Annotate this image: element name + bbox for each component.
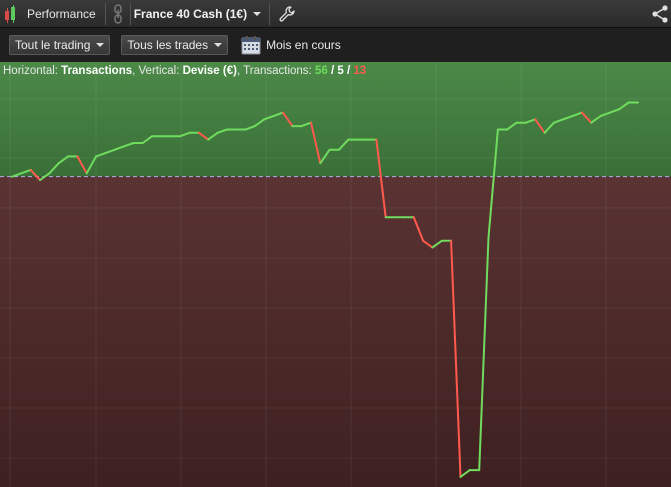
chart-info-line: Horizontal: Transactions, Vertical: Devi…	[3, 65, 366, 77]
period-label[interactable]: Mois en cours	[266, 38, 341, 52]
candlestick-icon	[3, 4, 21, 23]
loss-count: 13	[353, 65, 367, 77]
positive-zone	[0, 62, 671, 177]
trading-filter-dropdown[interactable]: Tout le trading	[9, 35, 111, 55]
horizontal-label: Horizontal:	[3, 65, 62, 77]
instrument-name: France 40 Cash (1€)	[133, 6, 248, 21]
vertical-label: , Vertical:	[132, 65, 183, 77]
title-separator-2	[129, 2, 131, 25]
chevron-down-icon	[253, 11, 262, 16]
vertical-value: Devise (€)	[182, 65, 237, 77]
chevron-down-icon	[96, 43, 105, 47]
equity-chart	[0, 62, 671, 487]
title-separator	[104, 2, 106, 25]
count-separator: /	[343, 65, 354, 77]
wrench-icon[interactable]	[279, 5, 295, 22]
link-chain-icon[interactable]	[113, 3, 123, 24]
trades-filter-dropdown[interactable]: Tous les trades	[121, 35, 229, 55]
trading-filter-value: Tout le trading	[15, 38, 91, 52]
window-title: Performance	[27, 6, 96, 21]
gain-count: 56	[314, 65, 328, 77]
performance-window: Performance France 40 Cash (1€) Tout le …	[0, 0, 671, 487]
filter-toolbar: Tout le trading Tous les trades Mois en …	[0, 28, 671, 62]
app-title-group: Performance	[0, 0, 102, 28]
trades-filter-value: Tous les trades	[127, 38, 209, 52]
horizontal-value: Transactions	[61, 65, 133, 77]
title-separator-3	[269, 2, 271, 25]
count-separator: /	[327, 65, 338, 77]
negative-zone	[0, 176, 671, 487]
equity-chart-svg	[0, 62, 671, 487]
transactions-label: , Transactions:	[236, 65, 315, 77]
instrument-selector[interactable]: France 40 Cash (1€)	[133, 6, 262, 21]
chevron-down-icon	[214, 43, 223, 47]
calendar-icon[interactable]	[241, 35, 261, 55]
title-bar: Performance France 40 Cash (1€)	[0, 0, 671, 28]
share-icon[interactable]	[651, 5, 669, 23]
